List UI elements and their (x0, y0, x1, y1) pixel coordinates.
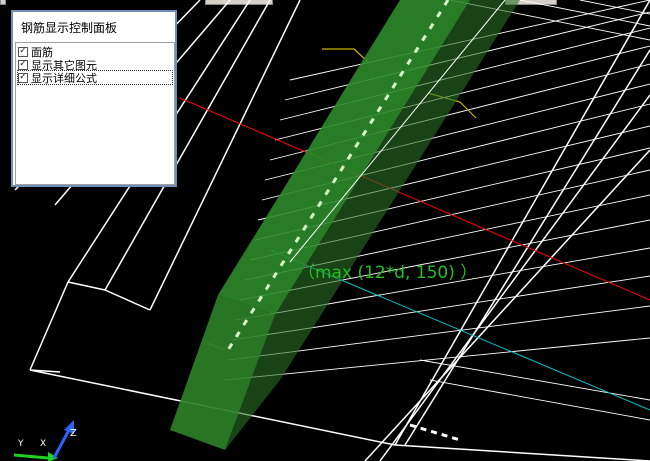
axis-label-x: X (40, 439, 46, 449)
axis-gizmo: Z Y X (13, 420, 77, 461)
options-list[interactable]: ✓ 面筋 ✓ 显示其它图元 ✓ 显示详细公式 (15, 42, 175, 185)
panel-title: 钢筋显示控制面板 (21, 21, 118, 35)
checkbox[interactable]: ✓ (18, 59, 28, 70)
axis-label-y: Y (17, 439, 24, 449)
option-show-detailed-formula[interactable]: ✓ 显示详细公式 (17, 70, 173, 85)
rebar-display-control-panel[interactable]: 钢筋显示控制面板 ✓ 面筋 ✓ 显示其它图元 ✓ 显示详细公式 (11, 10, 177, 187)
cad-3d-viewport-app: （max (12*d, 150) ） Z Y X 钢筋显示控制面板 ✓ 面筋 ✓… (0, 0, 650, 461)
option-label: 显示详细公式 (31, 71, 97, 85)
dashed-rebar-bottom (409, 423, 461, 442)
checkbox[interactable]: ✓ (18, 72, 28, 83)
formula-annotation: （max (12*d, 150) ） (298, 263, 477, 283)
axis-label-z: Z (70, 428, 77, 439)
checkbox[interactable]: ✓ (18, 46, 28, 57)
